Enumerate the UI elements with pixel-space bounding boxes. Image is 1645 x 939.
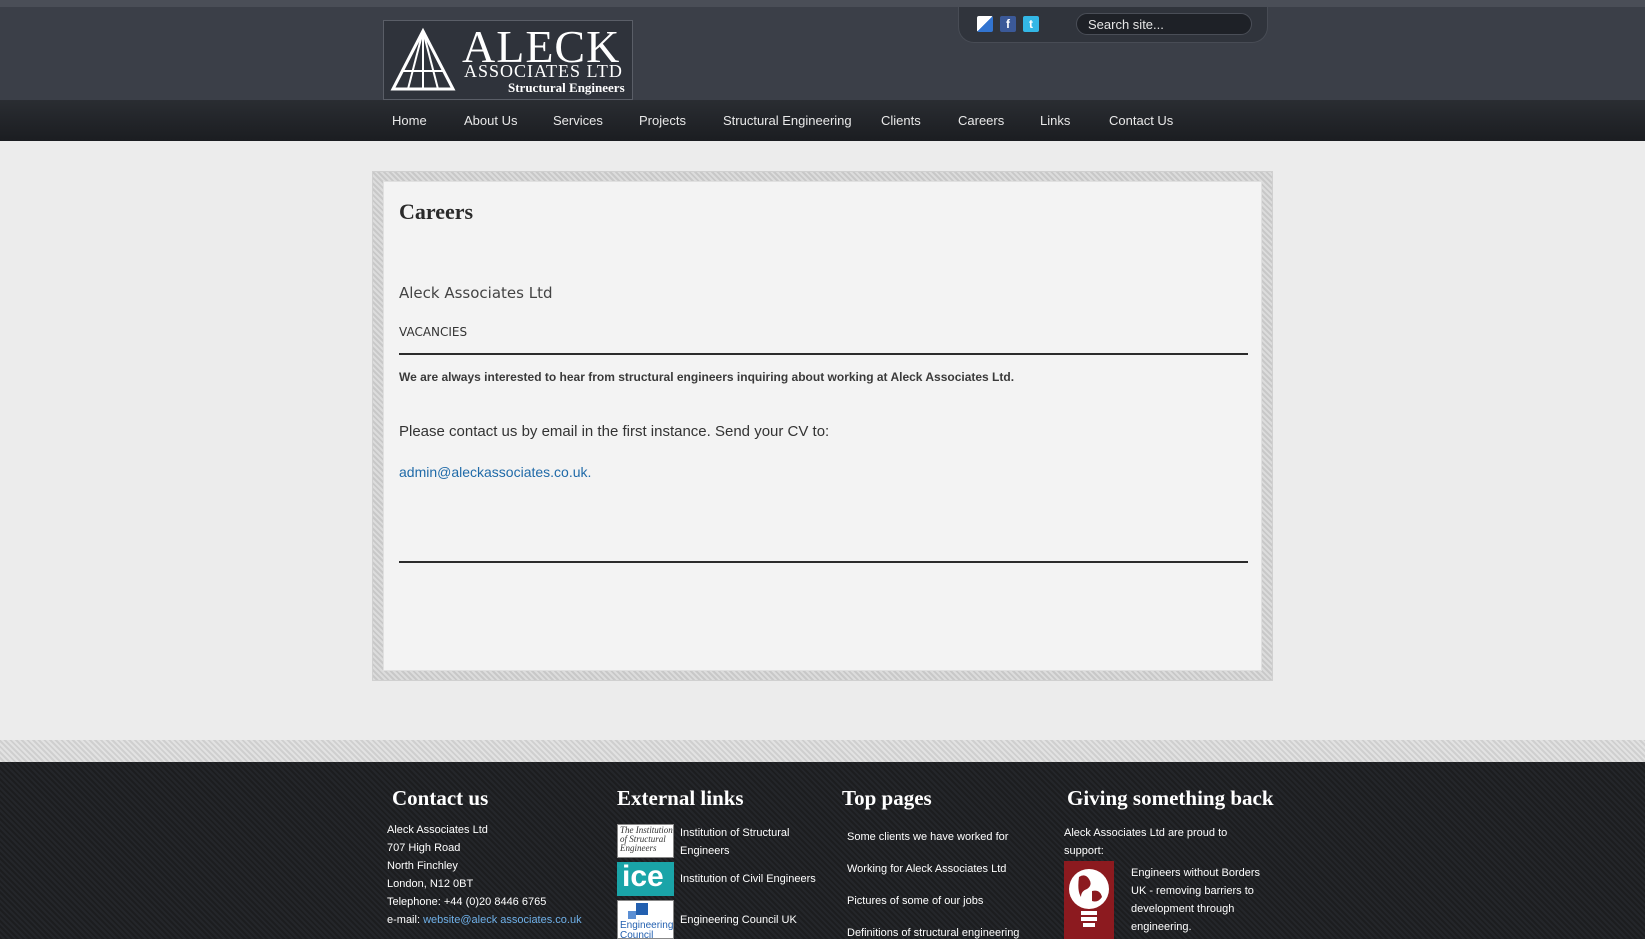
email-label: e-mail: [387, 914, 424, 926]
site-footer: Contact us Aleck Associates Ltd 707 High… [0, 762, 1645, 939]
email-link-wrapper: admin@aleckassociates.co.uk. [399, 464, 591, 480]
nav-links[interactable]: Links [1040, 113, 1070, 128]
giving-desc-line: development through [1131, 903, 1235, 915]
contact-line: London, N12 0BT [387, 878, 474, 890]
logo-tagline: Structural Engineers [508, 80, 625, 95]
engineers-without-borders-logo[interactable] [1064, 861, 1114, 939]
engineering-council-mark-icon [628, 911, 636, 919]
contact-line: North Finchley [387, 860, 458, 872]
email-link[interactable]: admin@aleckassociates.co.uk [399, 464, 588, 480]
ice-logo[interactable]: ice [617, 862, 674, 896]
giving-intro: Aleck Associates Ltd are proud to support… [1064, 824, 1227, 860]
facebook-icon[interactable]: f [1000, 16, 1016, 32]
giving-description: Engineers without Borders UK - removing b… [1131, 864, 1260, 936]
contact-email-line: e-mail: website@aleck associates.co.uk [387, 911, 582, 929]
page-title: Careers [399, 199, 474, 224]
divider [399, 561, 1248, 563]
external-link-engc[interactable]: Engineering Council UK [680, 911, 797, 929]
main-nav: Home About Us Services Projects Structur… [0, 100, 1645, 141]
istructe-logo-text: The Institution of Structural Engineers [620, 825, 673, 853]
footer-email-link[interactable]: website@aleck associates.co.uk [423, 914, 582, 926]
istructe-logo[interactable]: The Institution of Structural Engineers [617, 824, 674, 858]
delicious-icon[interactable] [977, 16, 993, 32]
external-link-label: Engineers [680, 845, 730, 857]
triangle-logo-icon [390, 27, 456, 91]
nav-projects[interactable]: Projects [639, 113, 686, 128]
nav-clients[interactable]: Clients [881, 113, 921, 128]
footer-giving-heading: Giving something back [1067, 786, 1274, 810]
company-name: Aleck Associates Ltd [399, 284, 553, 302]
giving-intro-line: support: [1064, 845, 1104, 857]
giving-desc-line: engineering. [1131, 921, 1192, 933]
external-link-istructe[interactable]: Institution of Structural Engineers [680, 824, 789, 860]
footer-contact-heading: Contact us [392, 786, 489, 810]
top-page-link[interactable]: Some clients we have worked for [847, 831, 1008, 843]
ice-logo-text: ice [622, 862, 664, 893]
nav-structural-engineering[interactable]: Structural Engineering [723, 113, 852, 128]
engineering-council-logo[interactable]: Engineering Council [617, 900, 674, 939]
giving-desc-line: Engineers without Borders [1131, 867, 1261, 879]
footer-stripe [0, 740, 1645, 762]
giving-desc-line: UK - removing barriers to [1131, 885, 1254, 897]
contact-line: Aleck Associates Ltd [387, 824, 488, 836]
contact-telephone: Telephone: +44 (0)20 8446 6765 [387, 896, 547, 908]
search-input[interactable] [1076, 13, 1252, 35]
globe-lightbulb-icon [1069, 869, 1109, 927]
top-page-link[interactable]: Working for Aleck Associates Ltd [847, 863, 1006, 875]
external-link-label: Institution of Structural [680, 827, 790, 839]
footer-external-heading: External links [617, 786, 744, 810]
top-page-link[interactable]: Definitions of structural engineering [847, 927, 1019, 939]
email-period: . [587, 464, 592, 480]
content-panel: Careers Aleck Associates Ltd VACANCIES W… [383, 181, 1262, 671]
section-heading: VACANCIES [399, 325, 468, 339]
nav-contact-us[interactable]: Contact Us [1109, 113, 1173, 128]
contact-instructions: Please contact us by email in the first … [399, 423, 830, 440]
engineering-council-mark-icon [636, 903, 648, 915]
external-link-ice[interactable]: Institution of Civil Engineers [680, 870, 816, 888]
site-logo[interactable]: ALECK ASSOCIATES LTD Structural Engineer… [383, 20, 633, 100]
contact-line: 707 High Road [387, 842, 461, 854]
nav-careers[interactable]: Careers [958, 113, 1004, 128]
nav-services[interactable]: Services [553, 113, 603, 128]
intro-text: We are always interested to hear from st… [399, 370, 1015, 384]
nav-about-us[interactable]: About Us [464, 113, 517, 128]
logo-subtitle: ASSOCIATES LTD [464, 61, 623, 81]
content-frame: Careers Aleck Associates Ltd VACANCIES W… [372, 171, 1273, 681]
divider [399, 353, 1248, 355]
footer-top-pages-heading: Top pages [842, 786, 932, 810]
giving-intro-line: Aleck Associates Ltd are proud to [1064, 827, 1228, 839]
top-page-link[interactable]: Pictures of some of our jobs [847, 895, 983, 907]
engineering-council-logo-text: Engineering Council [620, 920, 674, 939]
twitter-icon[interactable]: t [1023, 16, 1039, 32]
nav-home[interactable]: Home [392, 113, 427, 128]
site-header: ALECK ASSOCIATES LTD Structural Engineer… [0, 0, 1645, 100]
